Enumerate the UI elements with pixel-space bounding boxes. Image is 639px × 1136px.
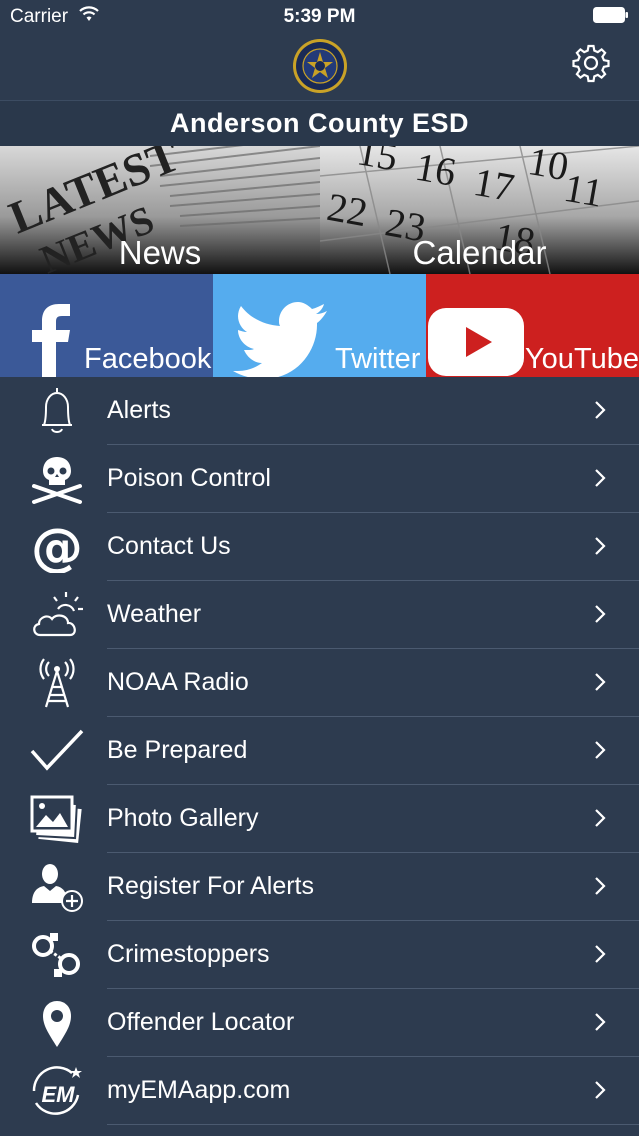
checkmark-icon <box>30 729 84 771</box>
chevron-right-icon <box>595 809 606 827</box>
chevron-right-icon <box>595 741 606 759</box>
menu-item-photo-gallery[interactable]: Photo Gallery <box>0 785 639 853</box>
chevron-right-icon <box>595 673 606 691</box>
menu-item-label: myEMAapp.com <box>107 1076 291 1104</box>
chevron-right-icon <box>595 945 606 963</box>
menu-item-be-prepared[interactable]: Be Prepared <box>0 717 639 785</box>
county-seal-logo <box>293 39 347 93</box>
facebook-icon <box>32 304 70 377</box>
app-title-bar: Anderson County ESD <box>0 100 639 146</box>
menu-item-weather[interactable]: Weather <box>0 581 639 649</box>
cloud-sun-icon <box>33 592 83 637</box>
menu-item-offender-locator[interactable]: Offender Locator <box>0 989 639 1057</box>
radio-tower-icon <box>39 658 75 708</box>
svg-text:16: 16 <box>412 146 459 195</box>
twitter-tile-label: Twitter <box>335 343 421 375</box>
status-bar: Carrier 5:39 PM <box>0 0 639 34</box>
menu-item-register-for-alerts[interactable]: Register For Alerts <box>0 853 639 921</box>
youtube-play-icon <box>428 308 524 376</box>
chevron-right-icon <box>595 1013 606 1031</box>
menu-item-noaa-radio[interactable]: NOAA Radio <box>0 649 639 717</box>
menu-item-label: Offender Locator <box>107 1008 295 1036</box>
youtube-tile[interactable]: YouTube <box>426 274 639 377</box>
facebook-tile[interactable]: Facebook <box>0 274 213 377</box>
row-divider <box>107 1124 639 1125</box>
news-tile[interactable]: LATEST NEWS News <box>0 146 320 274</box>
menu-item-myemaapp[interactable]: EM myEMAapp.com <box>0 1057 639 1125</box>
at-sign-icon: @ <box>31 521 83 573</box>
svg-text:11: 11 <box>561 165 607 216</box>
handcuffs-icon <box>32 933 80 977</box>
page-title: Anderson County ESD <box>169 108 469 138</box>
news-tile-label: News <box>118 234 202 271</box>
menu-item-label: Be Prepared <box>107 736 248 764</box>
chevron-right-icon <box>595 537 606 555</box>
svg-text:@: @ <box>31 521 83 573</box>
menu-item-label: Weather <box>107 600 202 628</box>
facebook-tile-label: Facebook <box>84 343 212 375</box>
svg-text:EM: EM <box>42 1082 76 1107</box>
menu-item-label: Alerts <box>107 396 171 424</box>
menu-item-label: Register For Alerts <box>107 872 315 900</box>
bell-icon <box>42 388 72 433</box>
menu-item-label: Crimestoppers <box>107 940 270 968</box>
twitter-tile[interactable]: Twitter <box>213 274 426 377</box>
battery-icon <box>593 7 628 23</box>
add-user-icon <box>32 864 83 912</box>
youtube-tile-label: YouTube <box>525 343 639 375</box>
photos-icon <box>30 795 82 843</box>
menu-item-label: NOAA Radio <box>107 668 249 696</box>
skull-crossbones-icon <box>32 457 82 504</box>
menu-item-label: Photo Gallery <box>107 804 259 832</box>
settings-gear-icon[interactable] <box>571 43 611 83</box>
chevron-right-icon <box>595 605 606 623</box>
navigation-bar <box>0 34 639 100</box>
menu-item-alerts[interactable]: Alerts <box>0 377 639 445</box>
location-pin-icon <box>43 1001 71 1047</box>
main-menu-list: Alerts Poison Control @ Contact Us Weath… <box>0 377 639 1125</box>
menu-item-label: Contact Us <box>107 532 231 560</box>
calendar-tile[interactable]: 15 16 17 10 11 22 23 18 Calendar <box>320 146 639 274</box>
menu-item-label: Poison Control <box>107 464 271 492</box>
calendar-tile-label: Calendar <box>412 234 547 271</box>
chevron-right-icon <box>595 877 606 895</box>
chevron-right-icon <box>595 1081 606 1099</box>
twitter-bird-icon <box>233 302 327 377</box>
clock: 5:39 PM <box>283 6 356 27</box>
svg-text:17: 17 <box>470 159 517 210</box>
menu-item-contact-us[interactable]: @ Contact Us <box>0 513 639 581</box>
chevron-right-icon <box>595 401 606 419</box>
em-logo-icon: EM <box>32 1066 82 1115</box>
svg-text:22: 22 <box>324 184 371 235</box>
chevron-right-icon <box>595 469 606 487</box>
menu-item-poison-control[interactable]: Poison Control <box>0 445 639 513</box>
menu-item-crimestoppers[interactable]: Crimestoppers <box>0 921 639 989</box>
